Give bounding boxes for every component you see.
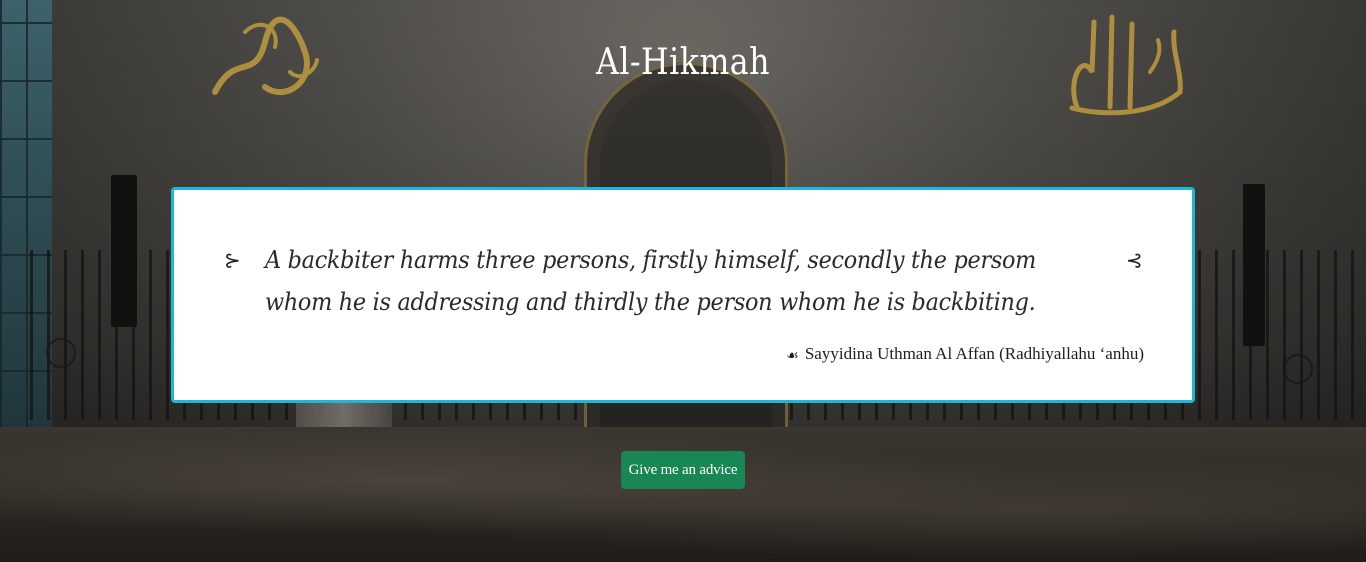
close-quote-icon: ⊰	[1126, 248, 1143, 272]
carpet-floor	[0, 427, 1366, 562]
quote-author: ☙ Sayyidina Uthman Al Affan (Radhiyallah…	[786, 344, 1144, 364]
quote-card: ⊱ A backbiter harms three persons, first…	[171, 187, 1195, 403]
open-quote-icon: ⊱	[224, 248, 241, 272]
author-flourish-icon: ☙	[786, 348, 799, 364]
author-name: Sayyidina Uthman Al Affan (Radhiyallahu …	[804, 344, 1144, 363]
page-title: Al-Hikmah	[596, 42, 770, 83]
give-advice-button[interactable]: Give me an advice	[621, 451, 745, 489]
speaker-right	[1243, 184, 1265, 346]
quote-text: A backbiter harms three persons, firstly…	[265, 246, 1037, 316]
fan-left	[46, 338, 76, 368]
speaker-left	[111, 175, 137, 327]
fan-right	[1283, 354, 1313, 384]
